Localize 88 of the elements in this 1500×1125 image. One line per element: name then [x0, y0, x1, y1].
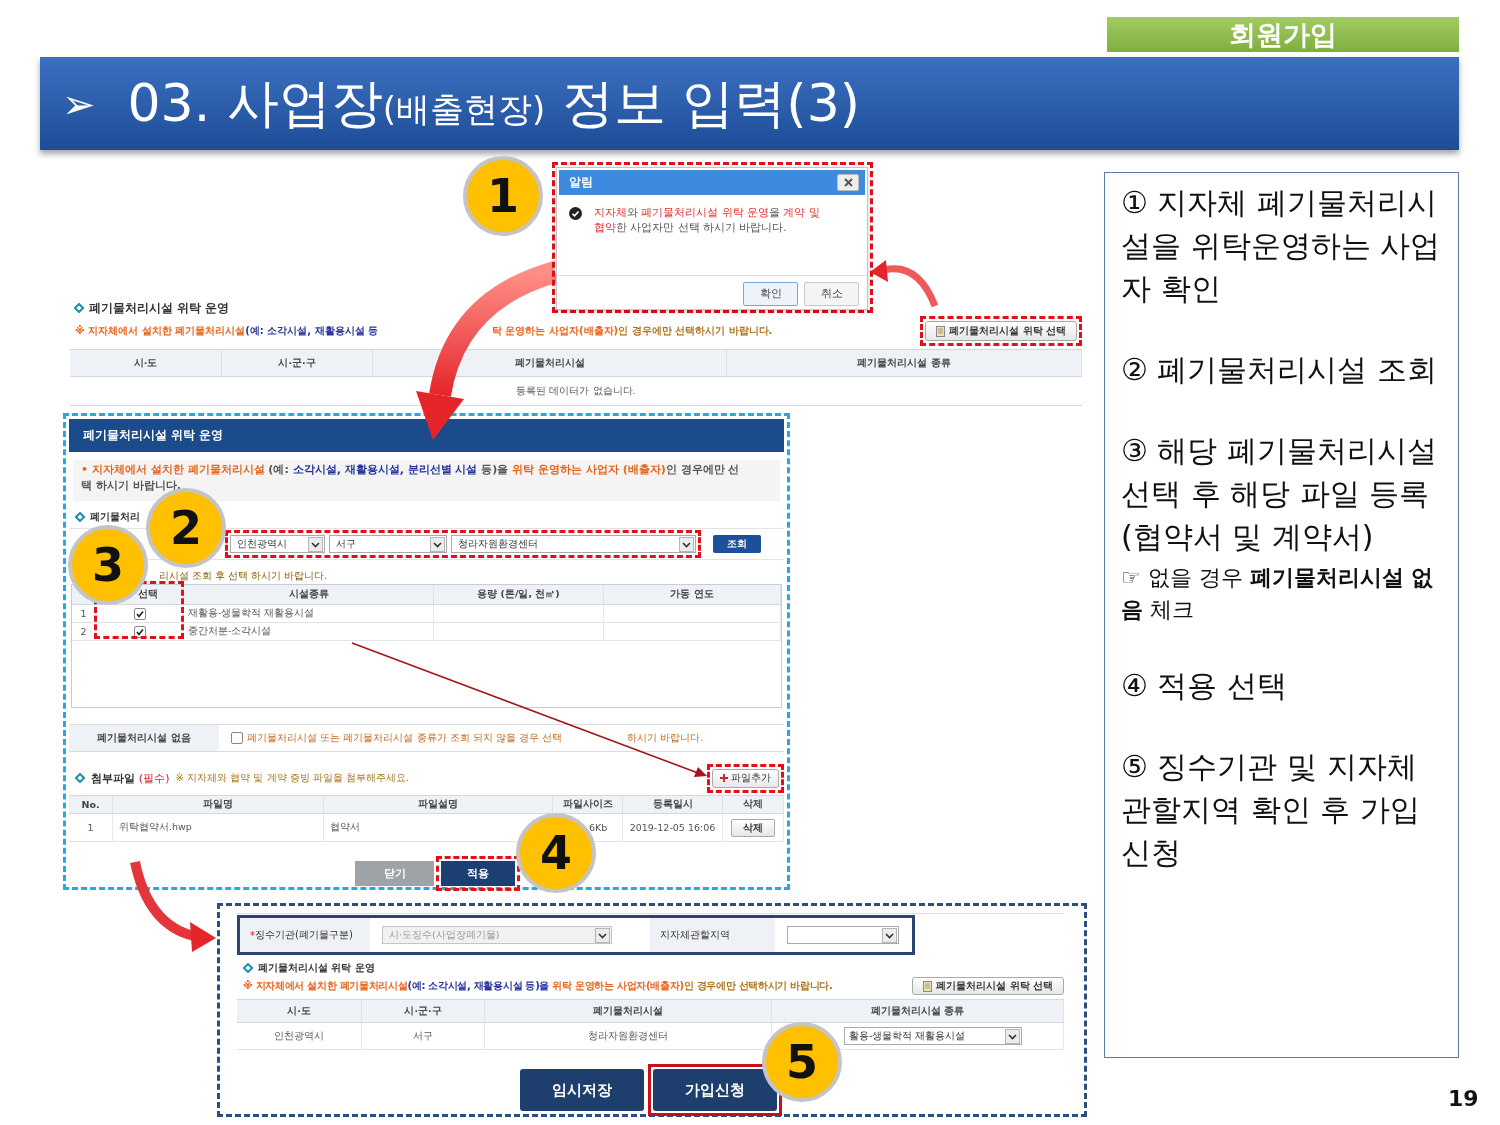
- add-file-button[interactable]: 파일추가: [712, 768, 779, 788]
- close-icon: [843, 178, 853, 187]
- select-facility-button[interactable]: 폐기물처리시설 위탁 선택: [925, 321, 1077, 341]
- caret-icon: [882, 927, 897, 943]
- checkbox[interactable]: [133, 607, 146, 620]
- notice-text: 하시기 바랍니다.: [627, 731, 704, 745]
- save-draft-button[interactable]: 임시저장: [519, 1069, 644, 1111]
- page-number: 19: [1448, 1086, 1479, 1111]
- column-header: 가동 연도: [604, 585, 781, 605]
- slide-title: 03. 사업장(배출현장) 정보 입력(3): [127, 71, 860, 135]
- caret-icon: [308, 536, 323, 552]
- note-text: ※ 지자체와 협약 및 계약 증빙 파일을 첨부해주세요.: [175, 771, 410, 785]
- caret-icon: [430, 536, 445, 552]
- row-number: 2: [72, 623, 96, 641]
- title-marker: ➢: [62, 80, 96, 127]
- column-header: 시·도: [70, 350, 222, 377]
- search-button[interactable]: 조회: [713, 535, 761, 553]
- column-header: 폐기물처리시설: [485, 1000, 772, 1023]
- step-text: ⑤ 징수기관 및 지자체 관할지역 확인 후 가입신청: [1121, 748, 1421, 872]
- field-label: 폐기물처리시설 없음: [69, 725, 219, 751]
- step-badge: 1: [463, 156, 543, 236]
- caret-icon: [679, 536, 694, 552]
- row-number: 1: [72, 605, 96, 623]
- select-field[interactable]: [787, 926, 899, 944]
- step-text: ② 폐기물처리시설 조회: [1121, 351, 1438, 389]
- caret-icon: [595, 927, 610, 943]
- delete-button[interactable]: 삭제: [731, 818, 775, 837]
- apply-button[interactable]: 적용: [441, 861, 515, 886]
- dialog-button[interactable]: 확인: [743, 282, 798, 306]
- plus-icon: [720, 774, 728, 782]
- dialog-message: 지자체와 폐기물처리시설 위탁 운영을 계약 및 협약한 사업자만 선택 하시기 바랍니다.: [594, 205, 821, 235]
- table-cell: 재활용-생물학적 재활용시설: [184, 605, 434, 623]
- column-header: 시·군·구: [222, 350, 373, 377]
- diamond-icon: [75, 512, 85, 522]
- column-header: 삭제: [723, 796, 784, 814]
- dialog-title: 알림: [569, 175, 593, 190]
- column-header: 파일사이즈: [553, 796, 623, 814]
- field-label: *징수기관(폐기물구분): [240, 918, 370, 952]
- column-header: 폐기물처리시설 종류: [727, 350, 1082, 377]
- table-cell: 2019-12-05 16:06: [623, 814, 723, 842]
- hint-text: 리시설 조회 후 선택 하시기 바랍니다.: [159, 570, 328, 582]
- check-circle-icon: [569, 207, 582, 220]
- table-cell: 중간처분-소각시설: [184, 623, 434, 641]
- column-header: No.: [69, 796, 113, 814]
- step-text: ① 지자체 폐기물처리시설을 위탁운영하는 사업자 확인: [1121, 184, 1442, 308]
- section-heading: 폐기물처리시설 위탁 운영: [89, 299, 230, 317]
- column-header: 시설종류: [184, 585, 434, 605]
- field-label: 지자체관할지역: [650, 918, 775, 952]
- select-field[interactable]: 활용-생물학적 재활용시설: [844, 1027, 1022, 1045]
- notice-text: ※ 지자체에서 설치한 폐기물처리시설(예: 소각시설, 재활용시설 등: [75, 324, 379, 338]
- column-header: 파일명: [113, 796, 324, 814]
- table-cell: 인천광역시: [237, 1023, 362, 1050]
- step-text: ④ 적용 선택: [1121, 667, 1288, 705]
- step-text: ③ 해당 폐기물처리시설 선택 후 해당 파일 등록 (협약서 및 계약서): [1121, 432, 1438, 556]
- column-header: 시·도: [237, 1000, 362, 1023]
- tip-text: ☞ 없을 경우 폐기물처리시설 없음 체크: [1121, 564, 1435, 624]
- diamond-icon: [75, 773, 85, 783]
- select-field[interactable]: 청라자원환경센터: [451, 535, 696, 553]
- curved-arrow: [870, 260, 939, 308]
- notice-text: ※ 지자체에서 설치한 폐기물처리시설(예: 소각시설, 재활용시설 등)을 위탁 운영하는 사업자(배출자)인 경우에만 선택하시기 바랍니다.: [243, 979, 833, 993]
- checkbox[interactable]: [133, 625, 146, 638]
- select-field[interactable]: 서구: [329, 535, 447, 553]
- section-heading: 폐기물처리: [90, 510, 140, 524]
- section-heading: 첨부파일 (필수): [91, 770, 170, 786]
- diamond-icon: [243, 963, 253, 973]
- column-header: 등록일시: [623, 796, 723, 814]
- document-icon: [936, 325, 946, 337]
- notice-text: 탁 운영하는 사업자(배출자)인 경우에만 선택하시기 바랍니다.: [492, 324, 773, 338]
- table-cell: 위탁협약서.hwp: [113, 814, 324, 842]
- caret-icon: [1005, 1028, 1020, 1044]
- document-icon: [923, 980, 933, 992]
- checkbox[interactable]: [231, 732, 243, 744]
- select-facility-button[interactable]: 폐기물처리시설 위탁 선택: [912, 977, 1064, 995]
- close-button[interactable]: [837, 174, 859, 191]
- column-header: 폐기물처리시설: [373, 350, 727, 377]
- diamond-icon: [74, 303, 84, 313]
- column-header: 폐기물처리시설 종류: [772, 1000, 1064, 1023]
- column-header: 시·군·구: [362, 1000, 485, 1023]
- notice-text: 폐기물처리시설 또는 폐기물처리시설 종류가 조회 되지 않을 경우 선택: [247, 731, 564, 745]
- section-heading: 폐기물처리시설 위탁 운영: [258, 961, 375, 975]
- column-header: 파일설명: [324, 796, 553, 814]
- modal-title: 폐기물처리시설 위탁 운영: [69, 419, 784, 452]
- table-cell: 서구: [362, 1023, 485, 1050]
- table-cell: 1: [69, 814, 113, 842]
- dialog-button[interactable]: 취소: [804, 282, 859, 306]
- column-header: 용량 (톤/일, 천㎥): [434, 585, 604, 605]
- submit-button[interactable]: 가입신청: [652, 1069, 777, 1111]
- select-field[interactable]: 인천광역시: [230, 535, 325, 553]
